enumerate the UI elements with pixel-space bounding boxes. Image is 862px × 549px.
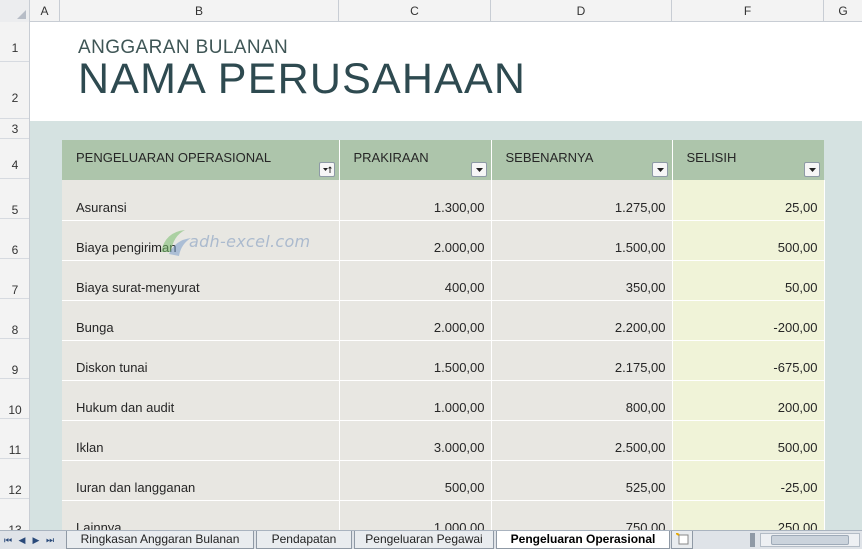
tab-pengeluaran-pegawai[interactable]: Pengeluaran Pegawai [354, 531, 494, 549]
expense-name-cell[interactable]: Biaya pengiriman [62, 220, 340, 261]
row-header-13[interactable]: 13 [0, 499, 29, 530]
header-expense-name[interactable]: PENGELUARAN OPERASIONAL [62, 140, 340, 180]
actual-cell[interactable]: 750,00 [491, 500, 673, 530]
difference-cell[interactable]: 50,00 [672, 260, 825, 301]
table-row: Biaya pengiriman 2.000,00 1.500,00 500,0… [62, 220, 825, 261]
header-forecast[interactable]: PRAKIRAAN [339, 140, 492, 180]
expense-name-cell[interactable]: Diskon tunai [62, 340, 340, 381]
column-header-a[interactable]: A [30, 0, 60, 22]
operational-expenses-table: PENGELUARAN OPERASIONAL PRAKIRAAN SEBENA… [62, 140, 825, 530]
expense-name-cell[interactable]: Iklan [62, 420, 340, 461]
expense-name-cell[interactable]: Iuran dan langganan [62, 460, 340, 501]
row-header-6[interactable]: 6 [0, 219, 29, 259]
row-header-8[interactable]: 8 [0, 299, 29, 339]
select-all-corner[interactable] [0, 0, 30, 22]
column-header-g[interactable]: G [824, 0, 862, 22]
actual-cell[interactable]: 1.500,00 [491, 220, 673, 261]
filter-dropdown-icon[interactable] [651, 162, 668, 177]
forecast-cell[interactable]: 1.500,00 [339, 340, 492, 381]
row-header-4[interactable]: 4 [0, 139, 29, 179]
row-header-1[interactable]: 1 [0, 22, 29, 62]
last-sheet-icon[interactable]: ⏭ [44, 533, 56, 547]
row-header-7[interactable]: 7 [0, 259, 29, 299]
forecast-cell[interactable]: 1.000,00 [339, 500, 492, 530]
worksheet-area[interactable]: ANGGARAN BULANAN NAMA PERUSAHAAN PENGELU… [30, 22, 862, 530]
filter-dropdown-icon[interactable] [804, 162, 820, 177]
tab-pendapatan[interactable]: Pendapatan [256, 531, 352, 549]
column-header-f[interactable]: F [672, 0, 824, 22]
header-forecast-label: PRAKIRAAN [353, 149, 429, 165]
horizontal-scrollbar[interactable] [760, 533, 860, 547]
header-difference-label: SELISIH [686, 149, 737, 165]
row-header-3[interactable]: 3 [0, 119, 29, 139]
forecast-cell[interactable]: 3.000,00 [339, 420, 492, 461]
table-row: Diskon tunai 1.500,00 2.175,00 -675,00 [62, 340, 825, 381]
actual-cell[interactable]: 1.275,00 [491, 180, 673, 221]
column-header-bar: A B C D F G [0, 0, 862, 22]
sort-filter-dropdown-icon[interactable] [318, 162, 335, 177]
difference-cell[interactable]: -200,00 [672, 300, 825, 341]
column-header-b[interactable]: B [60, 0, 339, 22]
expense-name-cell[interactable]: Asuransi [62, 180, 340, 221]
insert-sheet-icon[interactable] [671, 531, 693, 549]
actual-cell[interactable]: 2.200,00 [491, 300, 673, 341]
scrollbar-thumb[interactable] [771, 535, 849, 545]
header-actual[interactable]: SEBENARNYA [491, 140, 673, 180]
row-header-11[interactable]: 11 [0, 419, 29, 459]
expense-name-cell[interactable]: Biaya surat-menyurat [62, 260, 340, 301]
company-name-title[interactable]: NAMA PERUSAHAAN [78, 55, 526, 104]
row-header-5[interactable]: 5 [0, 179, 29, 219]
difference-cell[interactable]: 500,00 [672, 420, 825, 461]
row-header-10[interactable]: 10 [0, 379, 29, 419]
tab-ringkasan-anggaran-bulanan[interactable]: Ringkasan Anggaran Bulanan [66, 531, 254, 549]
next-sheet-icon[interactable]: ▶ [30, 533, 42, 547]
table-row: Lainnya 1.000,00 750,00 250,00 [62, 500, 825, 530]
tab-splitter-handle[interactable] [750, 533, 755, 547]
expense-name-cell[interactable]: Hukum dan audit [62, 380, 340, 421]
table-row: Asuransi 1.300,00 1.275,00 25,00 [62, 180, 825, 221]
row-header-2[interactable]: 2 [0, 62, 29, 119]
forecast-cell[interactable]: 2.000,00 [339, 220, 492, 261]
table-row: Iklan 3.000,00 2.500,00 500,00 [62, 420, 825, 461]
column-header-c[interactable]: C [339, 0, 491, 22]
difference-cell[interactable]: 500,00 [672, 220, 825, 261]
header-expense-name-label: PENGELUARAN OPERASIONAL [76, 149, 272, 165]
table-row: Iuran dan langganan 500,00 525,00 -25,00 [62, 460, 825, 501]
difference-cell[interactable]: -25,00 [672, 460, 825, 501]
difference-cell[interactable]: 25,00 [672, 180, 825, 221]
prev-sheet-icon[interactable]: ◀ [16, 533, 28, 547]
header-actual-label: SEBENARNYA [505, 149, 594, 165]
actual-cell[interactable]: 2.175,00 [491, 340, 673, 381]
column-header-d[interactable]: D [491, 0, 672, 22]
tab-navigation: ⏮ ◀ ▶ ⏭ [2, 533, 56, 548]
forecast-cell[interactable]: 2.000,00 [339, 300, 492, 341]
header-difference[interactable]: SELISIH [672, 140, 824, 180]
table-row: Bunga 2.000,00 2.200,00 -200,00 [62, 300, 825, 341]
difference-cell[interactable]: -675,00 [672, 340, 825, 381]
actual-cell[interactable]: 800,00 [491, 380, 673, 421]
actual-cell[interactable]: 2.500,00 [491, 420, 673, 461]
table-header-row: PENGELUARAN OPERASIONAL PRAKIRAAN SEBENA… [62, 140, 824, 180]
forecast-cell[interactable]: 1.000,00 [339, 380, 492, 421]
expense-name-cell[interactable]: Bunga [62, 300, 340, 341]
forecast-cell[interactable]: 500,00 [339, 460, 492, 501]
sheet-tab-bar: ⏮ ◀ ▶ ⏭ Ringkasan Anggaran Bulanan Penda… [0, 530, 862, 549]
row-header-12[interactable]: 12 [0, 459, 29, 499]
difference-cell[interactable]: 250,00 [672, 500, 825, 530]
row-header-bar: 1 2 3 4 5 6 7 8 9 10 11 12 13 [0, 22, 30, 530]
filter-dropdown-icon[interactable] [470, 162, 487, 177]
tab-pengeluaran-operasional[interactable]: Pengeluaran Operasional [496, 531, 670, 549]
forecast-cell[interactable]: 400,00 [339, 260, 492, 301]
table-row: Biaya surat-menyurat 400,00 350,00 50,00 [62, 260, 825, 301]
actual-cell[interactable]: 350,00 [491, 260, 673, 301]
row-header-9[interactable]: 9 [0, 339, 29, 379]
expense-name-cell[interactable]: Lainnya [62, 500, 340, 530]
forecast-cell[interactable]: 1.300,00 [339, 180, 492, 221]
difference-cell[interactable]: 200,00 [672, 380, 825, 421]
first-sheet-icon[interactable]: ⏮ [2, 533, 14, 547]
actual-cell[interactable]: 525,00 [491, 460, 673, 501]
table-row: Hukum dan audit 1.000,00 800,00 200,00 [62, 380, 825, 421]
